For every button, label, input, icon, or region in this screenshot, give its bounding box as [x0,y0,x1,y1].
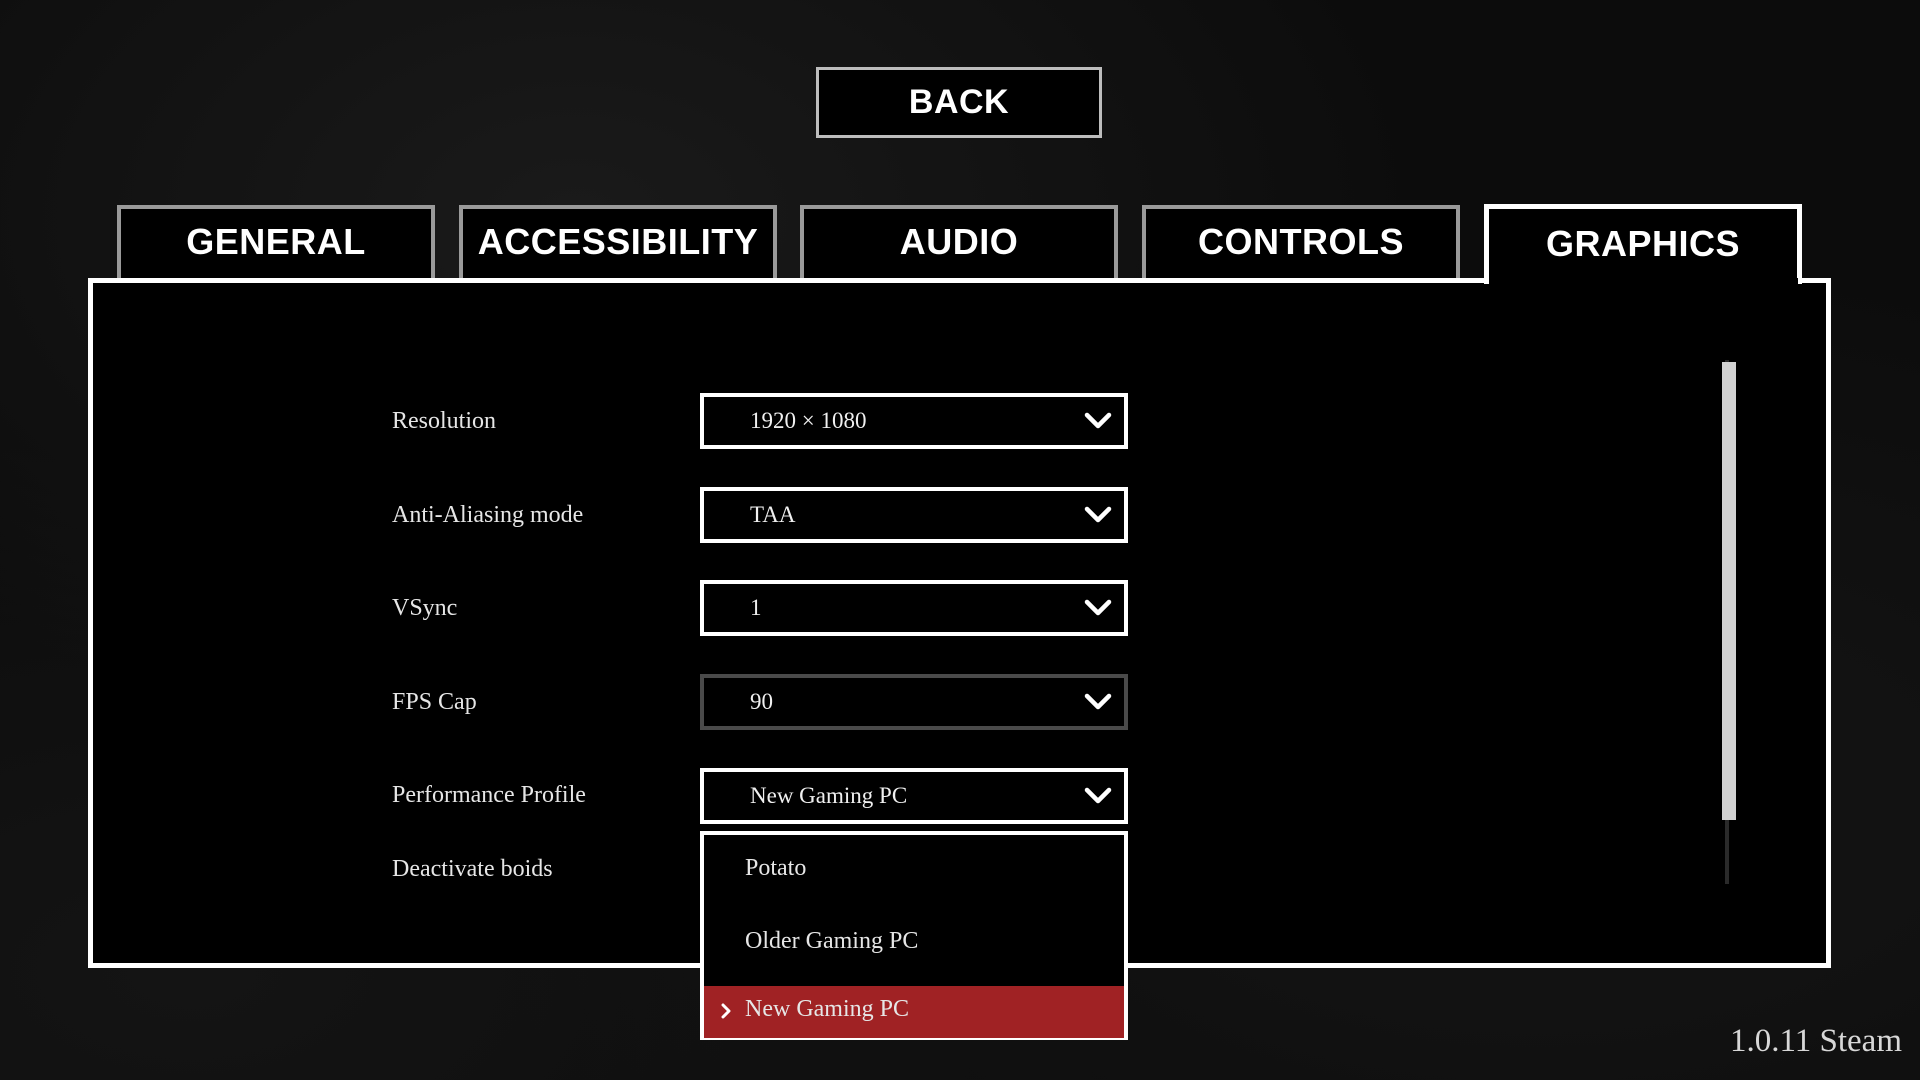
performance-profile-dropdown-list: Potato Older Gaming PC New Gaming PC [700,831,1128,1040]
resolution-value: 1920 × 1080 [750,408,867,433]
chevron-down-icon [1084,599,1112,616]
back-button[interactable]: BACK [816,67,1102,138]
option-label: Potato [745,855,807,881]
anti-aliasing-label: Anti-Aliasing mode [392,502,584,528]
deactivate-boids-label: Deactivate boids [392,856,553,882]
fps-cap-value: 90 [750,689,773,714]
chevron-right-icon [721,1003,731,1019]
chevron-down-icon [1084,412,1112,429]
performance-profile-select[interactable]: New Gaming PC [700,768,1128,824]
vsync-value: 1 [750,595,762,620]
chevron-down-icon [1084,506,1112,523]
fps-cap-label: FPS Cap [392,689,477,715]
dropdown-option-potato[interactable]: Potato [704,845,1124,897]
chevron-down-icon [1084,787,1112,804]
anti-aliasing-select[interactable]: TAA [700,487,1128,543]
active-tab-connector [1489,278,1798,286]
option-label: New Gaming PC [745,996,909,1022]
vsync-select[interactable]: 1 [700,580,1128,636]
tab-general[interactable]: GENERAL [117,205,435,281]
scrollbar-thumb[interactable] [1722,362,1736,820]
chevron-down-icon [1084,693,1112,710]
dropdown-option-older-gaming-pc[interactable]: Older Gaming PC [704,918,1124,970]
anti-aliasing-value: TAA [750,502,796,527]
version-label: 1.0.11 Steam [1729,1023,1902,1059]
resolution-label: Resolution [392,408,497,434]
tab-controls[interactable]: CONTROLS [1142,205,1460,281]
resolution-select[interactable]: 1920 × 1080 [700,393,1128,449]
fps-cap-select[interactable]: 90 [700,674,1128,730]
vsync-label: VSync [392,595,458,621]
tab-audio[interactable]: AUDIO [800,205,1118,281]
performance-profile-value: New Gaming PC [750,783,908,808]
performance-profile-label: Performance Profile [392,782,586,808]
tab-graphics[interactable]: GRAPHICS [1484,204,1802,284]
option-label: Older Gaming PC [745,928,919,954]
dropdown-option-new-gaming-pc[interactable]: New Gaming PC [704,986,1124,1038]
tab-accessibility[interactable]: ACCESSIBILITY [459,205,777,281]
